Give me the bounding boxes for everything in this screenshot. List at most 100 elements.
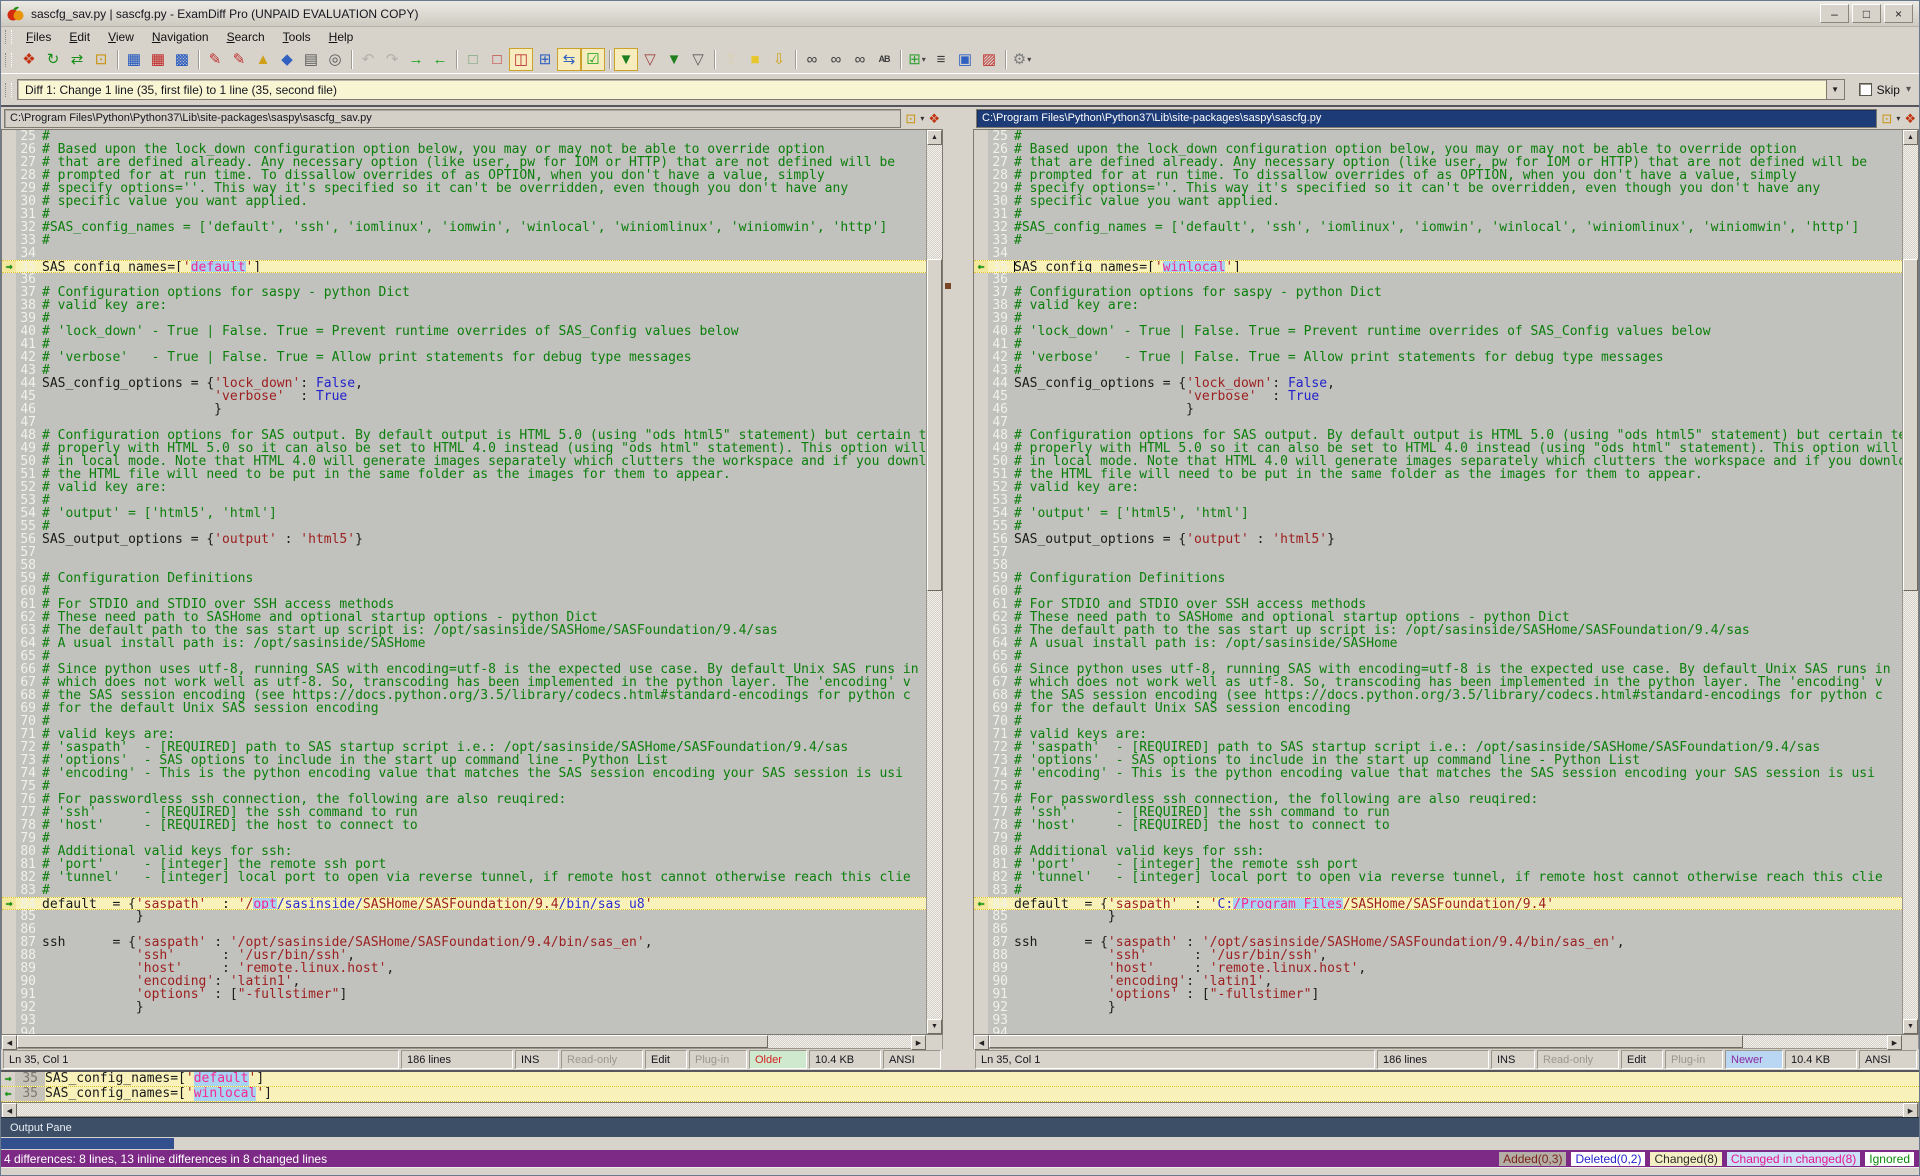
right-compare-apple-icon[interactable]: ❖ bbox=[1904, 112, 1916, 125]
save-first-file-icon[interactable]: ▦ bbox=[122, 48, 146, 71]
right-scroll-left-icon[interactable]: ◀ bbox=[974, 1035, 989, 1050]
current-diff-combobox[interactable]: Diff 1: Change 1 line (35, first file) t… bbox=[17, 79, 1826, 100]
find-icon[interactable]: ∞ bbox=[800, 48, 824, 71]
right-horizontal-scrollbar[interactable]: ◀ ▶ bbox=[973, 1034, 1919, 1049]
show-merge-checkboxes-icon[interactable]: ☑ bbox=[581, 48, 605, 71]
left-code-area[interactable]: 25#26# Based upon the lock_down configur… bbox=[2, 130, 926, 1034]
line-inspector-icon[interactable]: ≡ bbox=[929, 48, 953, 71]
settings-gear-icon[interactable]: ⚙▾ bbox=[1010, 48, 1034, 71]
open-files-icon[interactable]: ⊡ bbox=[89, 48, 113, 71]
left-vertical-scrollbar[interactable]: ▲ ▼ bbox=[926, 130, 942, 1034]
save-merge-second-icon[interactable]: ◆ bbox=[275, 48, 299, 71]
edit-first-file-icon[interactable]: ✎ bbox=[203, 48, 227, 71]
print-icon[interactable]: ▤ bbox=[299, 48, 323, 71]
left-scroll-thumb[interactable] bbox=[927, 259, 942, 591]
left-scroll-track[interactable] bbox=[927, 145, 942, 1019]
next-difference-icon[interactable]: → bbox=[404, 48, 428, 71]
diffbar-grip[interactable] bbox=[5, 83, 12, 97]
toolbar-overflow-chevron-icon[interactable]: ▾ bbox=[1906, 84, 1911, 95]
save-merge-first-icon[interactable]: ▲ bbox=[251, 48, 275, 71]
recompare-swapped-icon[interactable]: ⇄ bbox=[65, 48, 89, 71]
left-file-menu-caret-icon[interactable]: ▾ bbox=[920, 114, 924, 123]
left-file-menu-icon[interactable]: ⊡ bbox=[905, 112, 916, 125]
left-scroll-left-icon[interactable]: ◀ bbox=[2, 1035, 17, 1050]
four-way-view-icon[interactable]: ⊞ bbox=[533, 48, 557, 71]
left-hscroll-track[interactable] bbox=[17, 1035, 911, 1048]
right-scroll-thumb[interactable] bbox=[1903, 259, 1918, 591]
file-view-options-icon[interactable]: ⊞▾ bbox=[905, 48, 929, 71]
show-second-pane-icon[interactable]: □ bbox=[485, 48, 509, 71]
left-hscroll-thumb[interactable] bbox=[17, 1035, 768, 1048]
diffpane-scroll-right-icon[interactable]: ▶ bbox=[1903, 1103, 1918, 1118]
maximize-button[interactable]: □ bbox=[1852, 4, 1881, 23]
left-scroll-up-icon[interactable]: ▲ bbox=[927, 130, 942, 145]
output-selected-row[interactable] bbox=[1, 1138, 174, 1149]
swap-panes-icon[interactable]: ⇆ bbox=[557, 48, 581, 71]
left-horizontal-scrollbar[interactable]: ◀ ▶ bbox=[1, 1034, 943, 1049]
right-file-menu-caret-icon[interactable]: ▾ bbox=[1896, 114, 1900, 123]
skip-checkbox[interactable] bbox=[1859, 83, 1872, 96]
diff-copy-left-icon[interactable]: ← bbox=[974, 261, 988, 272]
right-hscroll-track[interactable] bbox=[989, 1035, 1887, 1048]
print-preview-icon[interactable]: ◎ bbox=[323, 48, 347, 71]
goto-current-diff-icon[interactable]: ■ bbox=[743, 48, 767, 71]
recompare-icon[interactable]: ↻ bbox=[41, 48, 65, 71]
right-scroll-track[interactable] bbox=[1903, 145, 1918, 1019]
redo-icon[interactable]: ↷ bbox=[380, 48, 404, 71]
right-vertical-scrollbar[interactable]: ▲ ▼ bbox=[1902, 130, 1918, 1034]
diffpane-scroll-left-icon[interactable]: ◀ bbox=[2, 1103, 17, 1118]
right-scroll-up-icon[interactable]: ▲ bbox=[1903, 130, 1918, 145]
diff-pane-row-2[interactable]: ←35SAS_config_names=['winlocal'] bbox=[1, 1087, 1919, 1102]
right-file-path[interactable]: C:\Program Files\Python\Python37\Lib\sit… bbox=[976, 109, 1877, 128]
left-file-path[interactable]: C:\Program Files\Python\Python37\Lib\sit… bbox=[4, 109, 901, 128]
goto-next-diff-icon[interactable]: ⇩ bbox=[767, 48, 791, 71]
show-diffs-only-filter-icon[interactable]: ▽ bbox=[638, 48, 662, 71]
menu-item-files[interactable]: Files bbox=[17, 29, 60, 45]
save-both-files-icon[interactable]: ▩ bbox=[170, 48, 194, 71]
save-second-file-icon[interactable]: ▦ bbox=[146, 48, 170, 71]
show-first-pane-icon[interactable]: □ bbox=[461, 48, 485, 71]
menu-item-view[interactable]: View bbox=[99, 29, 143, 45]
menubar-grip[interactable] bbox=[5, 30, 12, 44]
menu-item-edit[interactable]: Edit bbox=[60, 29, 99, 45]
match-case-icon[interactable]: AB bbox=[872, 48, 896, 71]
split-view-icon[interactable]: ◫ bbox=[509, 48, 533, 71]
left-compare-apple-icon[interactable]: ❖ bbox=[928, 112, 940, 125]
undo-icon[interactable]: ↶ bbox=[356, 48, 380, 71]
diff-combo-dropdown-button[interactable]: ▼ bbox=[1826, 79, 1845, 100]
close-button[interactable]: × bbox=[1884, 4, 1913, 23]
toolbar-grip[interactable] bbox=[5, 53, 12, 67]
goto-prev-diff-icon[interactable]: ⇧ bbox=[719, 48, 743, 71]
output-pane-header[interactable]: Output Pane bbox=[1, 1117, 1919, 1137]
diff-copy-right-icon[interactable]: → bbox=[1, 1072, 15, 1086]
right-code-area[interactable]: 25#26# Based upon the lock_down configur… bbox=[974, 130, 1902, 1034]
editor-options-icon[interactable]: ▨ bbox=[977, 48, 1001, 71]
diffpane-hscroll-track[interactable] bbox=[17, 1103, 1903, 1116]
find-prev-icon[interactable]: ∞ bbox=[848, 48, 872, 71]
menu-item-navigation[interactable]: Navigation bbox=[143, 29, 218, 45]
right-file-menu-icon[interactable]: ⊡ bbox=[1881, 112, 1892, 125]
pane-splitter[interactable] bbox=[943, 107, 973, 1070]
filter-options-icon[interactable]: ▽ bbox=[686, 48, 710, 71]
diff-pane-row-1[interactable]: →35SAS_config_names=['default'] bbox=[1, 1072, 1919, 1087]
diff-copy-left-icon[interactable]: ← bbox=[974, 898, 988, 909]
menu-item-tools[interactable]: Tools bbox=[274, 29, 320, 45]
right-hscroll-thumb[interactable] bbox=[989, 1035, 1743, 1048]
find-next-icon[interactable]: ∞ bbox=[824, 48, 848, 71]
right-scroll-down-icon[interactable]: ▼ bbox=[1903, 1019, 1918, 1034]
diff-copy-right-icon[interactable]: → bbox=[2, 261, 16, 272]
menu-item-search[interactable]: Search bbox=[218, 29, 274, 45]
diffpane-horizontal-scrollbar[interactable]: ◀ ▶ bbox=[1, 1102, 1919, 1117]
show-all-lines-filter-icon[interactable]: ▼ bbox=[614, 48, 638, 71]
menu-item-help[interactable]: Help bbox=[320, 29, 363, 45]
left-scroll-right-icon[interactable]: ▶ bbox=[911, 1035, 926, 1050]
left-scroll-down-icon[interactable]: ▼ bbox=[927, 1019, 942, 1034]
diff-copy-right-icon[interactable]: → bbox=[2, 898, 16, 909]
prev-difference-icon[interactable]: ← bbox=[428, 48, 452, 71]
show-matching-filter-icon[interactable]: ▼ bbox=[662, 48, 686, 71]
right-scroll-right-icon[interactable]: ▶ bbox=[1887, 1035, 1902, 1050]
compare-files-icon[interactable]: ❖ bbox=[17, 48, 41, 71]
minimize-button[interactable]: – bbox=[1820, 4, 1849, 23]
edit-second-file-icon[interactable]: ✎ bbox=[227, 48, 251, 71]
diff-copy-left-icon[interactable]: ← bbox=[1, 1087, 15, 1101]
